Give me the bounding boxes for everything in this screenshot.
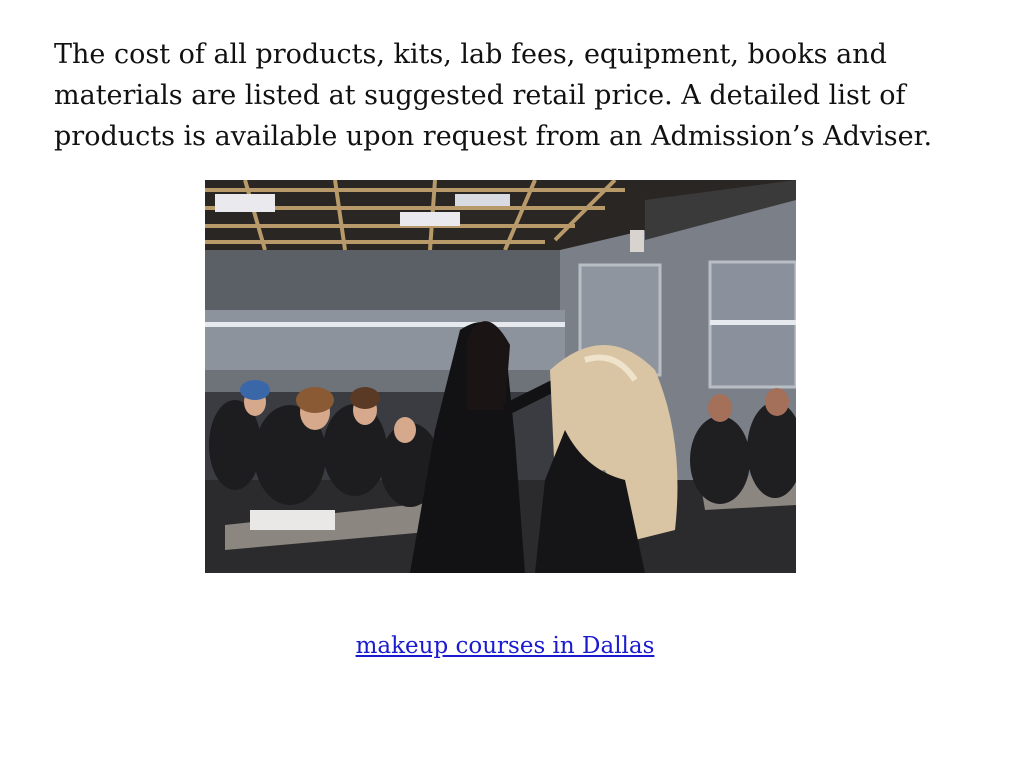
body-paragraph: The cost of all products, kits, lab fees… bbox=[54, 39, 933, 152]
link-container: makeup courses in Dallas bbox=[0, 630, 1010, 662]
makeup-courses-link[interactable]: makeup courses in Dallas bbox=[356, 633, 655, 659]
page: The cost of all products, kits, lab fees… bbox=[0, 0, 1024, 768]
classroom-photo bbox=[205, 180, 796, 573]
classroom-photo-graphic bbox=[205, 180, 796, 573]
